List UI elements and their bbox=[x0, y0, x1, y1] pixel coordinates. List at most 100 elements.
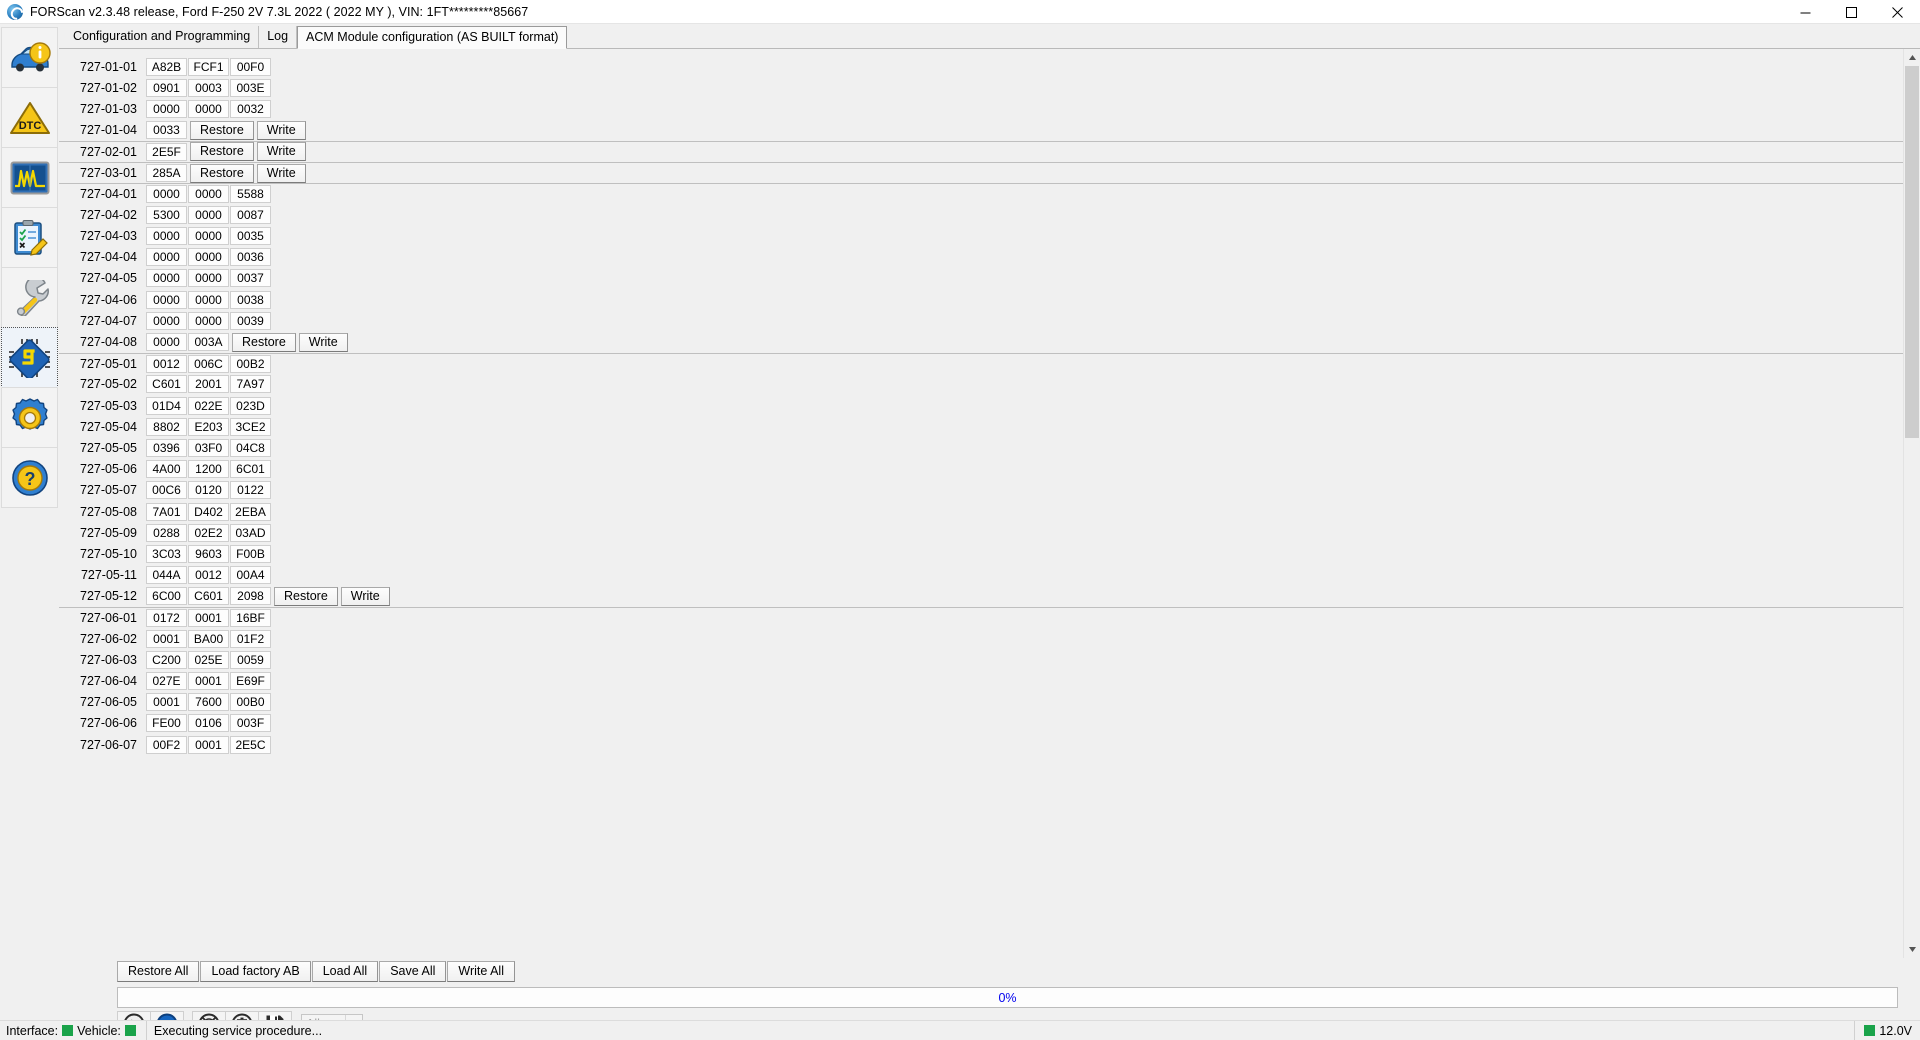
hex-value-field[interactable]: 0003 bbox=[188, 78, 229, 97]
hex-value-field[interactable]: 00A4 bbox=[230, 566, 271, 585]
sidebar-item-vehicle-info[interactable] bbox=[1, 27, 58, 88]
sidebar-item-configuration[interactable] bbox=[1, 327, 58, 388]
sidebar-item-settings[interactable] bbox=[1, 387, 58, 448]
hex-value-field[interactable]: 044A bbox=[146, 566, 187, 585]
hex-value-field[interactable]: 0000 bbox=[188, 99, 229, 118]
hex-value-field[interactable]: 0000 bbox=[146, 290, 187, 309]
hex-value-field[interactable]: 0000 bbox=[146, 248, 187, 267]
hex-value-field[interactable]: 0120 bbox=[188, 481, 229, 500]
write-button[interactable]: Write bbox=[340, 586, 390, 606]
hex-value-field[interactable]: 1200 bbox=[188, 460, 229, 479]
hex-value-field[interactable]: 0038 bbox=[230, 290, 271, 309]
hex-value-field[interactable]: 0000 bbox=[146, 269, 187, 288]
hex-value-field[interactable]: 0035 bbox=[230, 227, 271, 246]
hex-value-field[interactable]: 006C bbox=[188, 354, 229, 373]
write-button[interactable]: Write bbox=[256, 120, 306, 140]
hex-value-field[interactable]: 02E2 bbox=[188, 523, 229, 542]
hex-value-field[interactable]: E69F bbox=[230, 672, 271, 691]
restore-button[interactable]: Restore bbox=[190, 142, 254, 162]
scrollbar-thumb[interactable] bbox=[1905, 66, 1919, 438]
hex-value-field[interactable]: E203 bbox=[188, 417, 229, 436]
hex-value-field[interactable]: FCF1 bbox=[188, 57, 229, 76]
write-button[interactable]: Write bbox=[298, 332, 348, 352]
maximize-button[interactable] bbox=[1828, 0, 1874, 24]
hex-value-field[interactable]: 0059 bbox=[230, 650, 271, 669]
hex-value-field[interactable]: 027E bbox=[146, 672, 187, 691]
hex-value-field[interactable]: 0032 bbox=[230, 99, 271, 118]
hex-value-field[interactable]: 0039 bbox=[230, 311, 271, 330]
hex-value-field[interactable]: 0000 bbox=[188, 185, 229, 204]
tab-configuration-and-programming[interactable]: Configuration and Programming bbox=[65, 26, 260, 48]
hex-value-field[interactable]: 00F2 bbox=[146, 735, 187, 754]
hex-value-field[interactable]: 03AD bbox=[230, 523, 271, 542]
hex-value-field[interactable]: 6C01 bbox=[230, 460, 271, 479]
hex-value-field[interactable]: 0000 bbox=[146, 333, 187, 352]
hex-value-field[interactable]: 00B2 bbox=[230, 354, 271, 373]
hex-value-field[interactable]: 0001 bbox=[188, 735, 229, 754]
hex-value-field[interactable]: 8802 bbox=[146, 417, 187, 436]
sidebar-item-tests[interactable] bbox=[1, 207, 58, 268]
write-button[interactable]: Write bbox=[256, 142, 306, 162]
restore-button[interactable]: Restore bbox=[232, 332, 296, 352]
hex-value-field[interactable]: BA00 bbox=[188, 629, 229, 648]
tab-log[interactable]: Log bbox=[259, 26, 298, 48]
hex-value-field[interactable]: 0033 bbox=[146, 121, 187, 140]
write-all-button[interactable]: Write All bbox=[447, 961, 515, 982]
scroll-down-arrow-icon[interactable] bbox=[1904, 941, 1920, 958]
tab-acm-module-configuration[interactable]: ACM Module configuration (AS BUILT forma… bbox=[297, 26, 568, 49]
hex-value-field[interactable]: C601 bbox=[146, 375, 187, 394]
hex-value-field[interactable]: 01F2 bbox=[230, 629, 271, 648]
hex-value-field[interactable]: A82B bbox=[146, 57, 187, 76]
scroll-up-arrow-icon[interactable] bbox=[1904, 49, 1920, 66]
load-all-button[interactable]: Load All bbox=[311, 961, 379, 982]
hex-value-field[interactable]: 0037 bbox=[230, 269, 271, 288]
restore-button[interactable]: Restore bbox=[190, 163, 254, 183]
hex-value-field[interactable]: 5588 bbox=[230, 185, 271, 204]
scrollbar-track-gap[interactable] bbox=[1904, 438, 1920, 941]
hex-value-field[interactable]: 0000 bbox=[146, 311, 187, 330]
hex-value-field[interactable]: 003F bbox=[230, 714, 271, 733]
hex-value-field[interactable]: 00B0 bbox=[230, 693, 271, 712]
hex-value-field[interactable]: 7600 bbox=[188, 693, 229, 712]
minimize-button[interactable] bbox=[1782, 0, 1828, 24]
sidebar-item-service[interactable] bbox=[1, 267, 58, 328]
save-all-button[interactable]: Save All bbox=[379, 961, 447, 982]
hex-value-field[interactable]: 0172 bbox=[146, 608, 187, 627]
hex-value-field[interactable]: 9603 bbox=[188, 544, 229, 563]
hex-value-field[interactable]: 0000 bbox=[188, 311, 229, 330]
hex-value-field[interactable]: 022E bbox=[188, 396, 229, 415]
hex-value-field[interactable]: 0000 bbox=[188, 290, 229, 309]
hex-value-field[interactable]: 025E bbox=[188, 650, 229, 669]
hex-value-field[interactable]: F00B bbox=[230, 544, 271, 563]
hex-value-field[interactable]: 0087 bbox=[230, 205, 271, 224]
hex-value-field[interactable]: C200 bbox=[146, 650, 187, 669]
hex-value-field[interactable]: 00F0 bbox=[230, 57, 271, 76]
restore-all-button[interactable]: Restore All bbox=[117, 961, 200, 982]
write-button[interactable]: Write bbox=[256, 163, 306, 183]
hex-value-field[interactable]: 3CE2 bbox=[230, 417, 271, 436]
hex-value-field[interactable]: 7A97 bbox=[230, 375, 271, 394]
restore-button[interactable]: Restore bbox=[274, 586, 338, 606]
vertical-scrollbar[interactable] bbox=[1903, 49, 1920, 958]
close-button[interactable] bbox=[1874, 0, 1920, 24]
hex-value-field[interactable]: D402 bbox=[188, 502, 229, 521]
hex-value-field[interactable]: 0122 bbox=[230, 481, 271, 500]
hex-value-field[interactable]: 2098 bbox=[230, 587, 271, 606]
hex-value-field[interactable]: 0000 bbox=[146, 99, 187, 118]
sidebar-item-oscilloscope[interactable] bbox=[1, 147, 58, 208]
hex-value-field[interactable]: 03F0 bbox=[188, 438, 229, 457]
hex-value-field[interactable]: 0001 bbox=[188, 608, 229, 627]
hex-value-field[interactable]: 01D4 bbox=[146, 396, 187, 415]
hex-value-field[interactable]: 04C8 bbox=[230, 438, 271, 457]
hex-value-field[interactable]: 0001 bbox=[146, 629, 187, 648]
hex-value-field[interactable]: 003A bbox=[188, 333, 229, 352]
hex-value-field[interactable]: 0288 bbox=[146, 523, 187, 542]
hex-value-field[interactable]: 0001 bbox=[146, 693, 187, 712]
hex-value-field[interactable]: 0012 bbox=[188, 566, 229, 585]
hex-value-field[interactable]: 003E bbox=[230, 78, 271, 97]
hex-value-field[interactable]: 2E5F bbox=[146, 142, 187, 161]
sidebar-item-dtc[interactable]: DTC bbox=[1, 87, 58, 148]
hex-value-field[interactable]: 3C03 bbox=[146, 544, 187, 563]
hex-value-field[interactable]: 0000 bbox=[188, 248, 229, 267]
hex-value-field[interactable]: 2E5C bbox=[230, 735, 271, 754]
